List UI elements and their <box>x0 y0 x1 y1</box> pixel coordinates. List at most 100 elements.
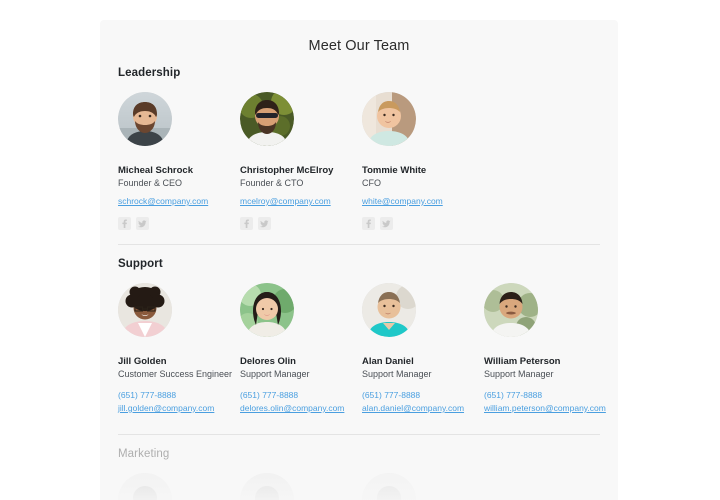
twitter-icon[interactable] <box>258 217 271 230</box>
member-contact: (651) 777-8888 alan.daniel@company.com <box>362 381 484 415</box>
marketing-members-row <box>118 460 600 500</box>
member-socials <box>240 217 362 230</box>
member-role: Customer Success Engineer <box>118 369 233 379</box>
avatar-partial-2 <box>240 473 294 500</box>
marketing-heading-wrapper: Marketing <box>118 435 600 460</box>
section-heading-marketing: Marketing <box>118 448 170 460</box>
member-name: Jill Golden <box>118 356 167 367</box>
member-text: Christopher McElroy Founder & CTO <box>240 154 362 190</box>
avatar-wrapper <box>240 270 362 345</box>
member-phone-link[interactable]: (651) 777-8888 <box>240 389 362 402</box>
member-email-link[interactable]: white@company.com <box>362 195 484 208</box>
member-role: CFO <box>362 178 381 188</box>
member-phone-link[interactable]: (651) 777-8888 <box>118 389 240 402</box>
avatar <box>362 92 416 146</box>
avatar-wrapper <box>240 79 362 154</box>
leadership-members-row: Micheal Schrock Founder & CEO schrock@co… <box>118 79 600 230</box>
member-name: Alan Daniel <box>362 356 414 367</box>
page-title: Meet Our Team <box>308 38 410 54</box>
member-role: Founder & CEO <box>118 178 183 188</box>
member-role: Founder & CTO <box>240 178 304 188</box>
team-member-card[interactable]: Tommie White CFO white@company.com <box>362 79 484 230</box>
member-role: Support Manager <box>362 369 432 379</box>
team-member-card[interactable] <box>118 460 240 500</box>
member-email-link[interactable]: jill.golden@company.com <box>118 402 240 415</box>
facebook-icon[interactable] <box>240 217 253 230</box>
avatar <box>240 473 294 500</box>
avatar <box>118 92 172 146</box>
team-member-card[interactable]: Christopher McElroy Founder & CTO mcelro… <box>240 79 362 230</box>
twitter-icon[interactable] <box>380 217 393 230</box>
member-email-link[interactable]: william.peterson@company.com <box>484 402 606 415</box>
team-member-card[interactable]: William Peterson Support Manager (651) 7… <box>484 270 606 415</box>
facebook-icon[interactable] <box>362 217 375 230</box>
avatar-wrapper <box>362 79 484 154</box>
facebook-icon[interactable] <box>118 217 131 230</box>
member-name: Delores Olin <box>240 356 296 367</box>
member-contact: (651) 777-8888 delores.olin@company.com <box>240 381 362 415</box>
team-member-card[interactable]: Jill Golden Customer Success Engineer (6… <box>118 270 240 415</box>
avatar <box>362 473 416 500</box>
member-name: William Peterson <box>484 356 561 367</box>
avatar-wrapper <box>118 79 240 154</box>
team-page-panel: Meet Our Team Leadership Micheal Schrock… <box>100 20 618 500</box>
section-heading-support: Support <box>118 258 163 270</box>
team-member-card[interactable]: Alan Daniel Support Manager (651) 777-88… <box>362 270 484 415</box>
member-email-link[interactable]: mcelroy@company.com <box>240 195 362 208</box>
avatar-wrapper <box>362 270 484 345</box>
member-text: Jill Golden Customer Success Engineer <box>118 345 240 381</box>
twitter-icon[interactable] <box>136 217 149 230</box>
screenshot-viewport: Meet Our Team Leadership Micheal Schrock… <box>0 0 720 500</box>
member-text: Delores Olin Support Manager <box>240 345 362 381</box>
avatar-sunglasses-man-photo <box>240 92 294 146</box>
member-email-link[interactable]: alan.daniel@company.com <box>362 402 484 415</box>
member-phone-link[interactable]: (651) 777-8888 <box>484 389 606 402</box>
member-contact: (651) 777-8888 william.peterson@company.… <box>484 381 606 415</box>
team-member-card[interactable]: Delores Olin Support Manager (651) 777-8… <box>240 270 362 415</box>
team-member-card[interactable] <box>362 460 484 500</box>
avatar-wrapper <box>362 460 484 500</box>
avatar-young-man-photo <box>484 283 538 337</box>
member-name: Christopher McElroy <box>240 165 334 176</box>
avatar-partial-3 <box>362 473 416 500</box>
avatar-smiling-man-photo <box>362 92 416 146</box>
member-contact: mcelroy@company.com <box>240 190 362 208</box>
avatar <box>118 473 172 500</box>
team-member-card[interactable] <box>240 460 362 500</box>
team-member-card[interactable]: Micheal Schrock Founder & CEO schrock@co… <box>118 79 240 230</box>
avatar-wrapper <box>240 460 362 500</box>
member-text: Alan Daniel Support Manager <box>362 345 484 381</box>
avatar <box>484 283 538 337</box>
avatar-bearded-man-photo <box>118 92 172 146</box>
support-members-row: Jill Golden Customer Success Engineer (6… <box>118 270 606 415</box>
member-name: Micheal Schrock <box>118 165 193 176</box>
member-socials <box>118 217 240 230</box>
section-heading-leadership: Leadership <box>118 67 181 79</box>
avatar-curly-hair-woman-photo <box>118 283 172 337</box>
member-email-link[interactable]: schrock@company.com <box>118 195 240 208</box>
avatar-teal-shirt-man-photo <box>362 283 416 337</box>
member-name: Tommie White <box>362 165 427 176</box>
section-leadership: Leadership Micheal Schrock Founder & CEO… <box>100 54 618 230</box>
member-email-link[interactable]: delores.olin@company.com <box>240 402 362 415</box>
member-contact: (651) 777-8888 jill.golden@company.com <box>118 381 240 415</box>
avatar <box>240 92 294 146</box>
member-phone-link[interactable]: (651) 777-8888 <box>362 389 484 402</box>
avatar <box>362 283 416 337</box>
member-contact: schrock@company.com <box>118 190 240 208</box>
section-marketing: Marketing <box>100 435 618 500</box>
member-text: Micheal Schrock Founder & CEO <box>118 154 240 190</box>
avatar-wrapper <box>118 460 240 500</box>
team-page-content: Meet Our Team Leadership Micheal Schrock… <box>100 20 618 500</box>
member-socials <box>362 217 484 230</box>
member-text: William Peterson Support Manager <box>484 345 606 381</box>
avatar-long-hair-woman-photo <box>240 283 294 337</box>
member-contact: white@company.com <box>362 190 484 208</box>
member-role: Support Manager <box>240 369 310 379</box>
avatar <box>118 283 172 337</box>
avatar-wrapper <box>484 270 606 345</box>
avatar <box>240 283 294 337</box>
member-role: Support Manager <box>484 369 554 379</box>
